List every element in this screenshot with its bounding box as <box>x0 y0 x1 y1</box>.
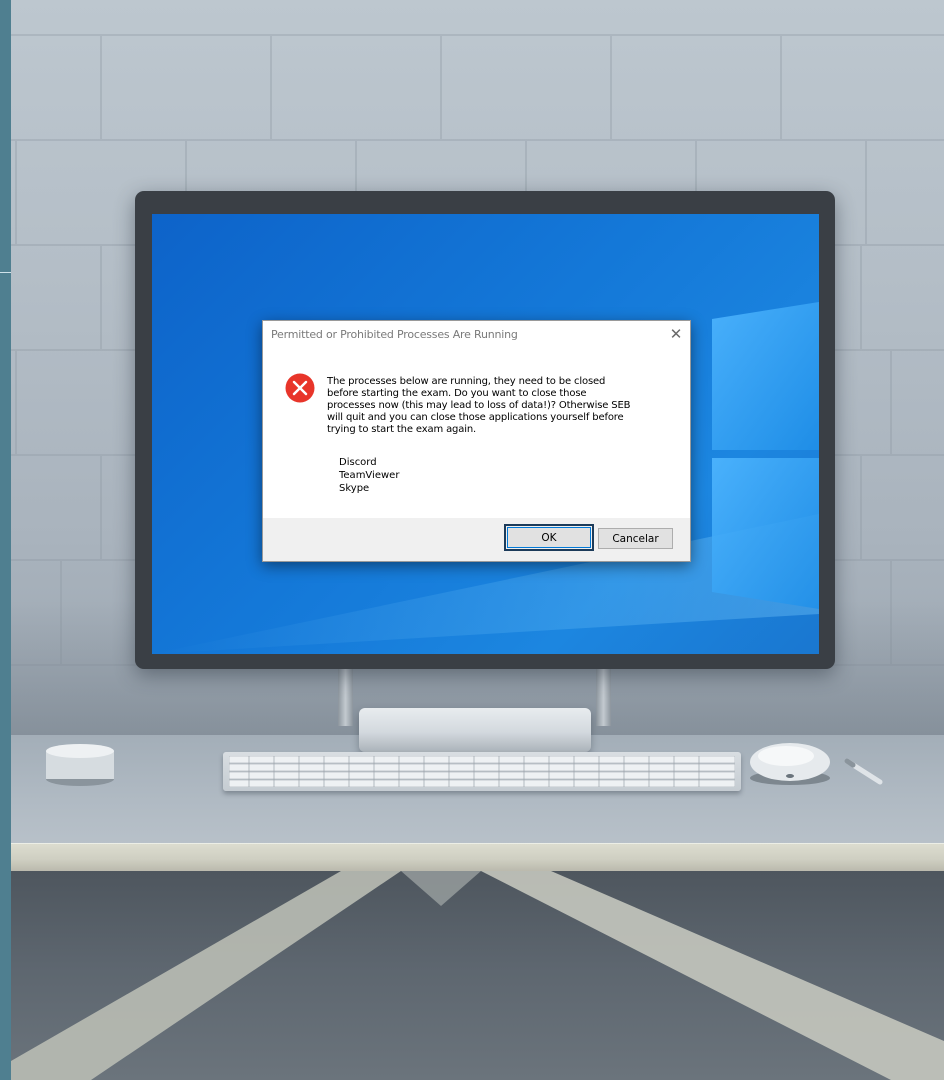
message-line: before starting the exam. Do you want to… <box>327 388 587 399</box>
keyboard-keys <box>229 756 735 787</box>
monitor-arm-right <box>596 664 611 726</box>
desk-legs <box>11 871 944 1080</box>
process-list: Discord TeamViewer Skype <box>339 456 399 495</box>
processes-dialog: Permitted or Prohibited Processes Are Ru… <box>262 320 691 562</box>
error-icon <box>285 373 315 403</box>
process-item: Discord <box>339 457 377 468</box>
dialog-message: The processes below are running, they ne… <box>327 376 677 436</box>
dialog-title: Permitted or Prohibited Processes Are Ru… <box>271 328 518 341</box>
message-line: The processes below are running, they ne… <box>327 376 606 387</box>
monitor-arm-left <box>338 664 353 726</box>
photo-scene: Permitted or Prohibited Processes Are Ru… <box>0 0 944 1080</box>
keyboard <box>223 752 741 791</box>
process-item: TeamViewer <box>339 470 400 481</box>
mouse <box>750 743 830 785</box>
surface-dial <box>46 744 114 786</box>
message-line: processes now (this may lead to loss of … <box>327 400 631 411</box>
monitor-base <box>359 708 591 752</box>
message-line: will quit and you can close those applic… <box>327 412 624 423</box>
process-item: Skype <box>339 483 370 494</box>
message-line: trying to start the exam again. <box>327 424 477 435</box>
ok-button[interactable]: OK <box>504 524 594 551</box>
cancel-button[interactable]: Cancelar <box>598 528 673 549</box>
left-accent-strip <box>0 0 11 1080</box>
close-icon[interactable]: ✕ <box>667 325 685 343</box>
stylus-pen <box>844 758 883 785</box>
desk-edge <box>11 843 944 872</box>
dialog-footer: OK Cancelar <box>263 518 690 561</box>
